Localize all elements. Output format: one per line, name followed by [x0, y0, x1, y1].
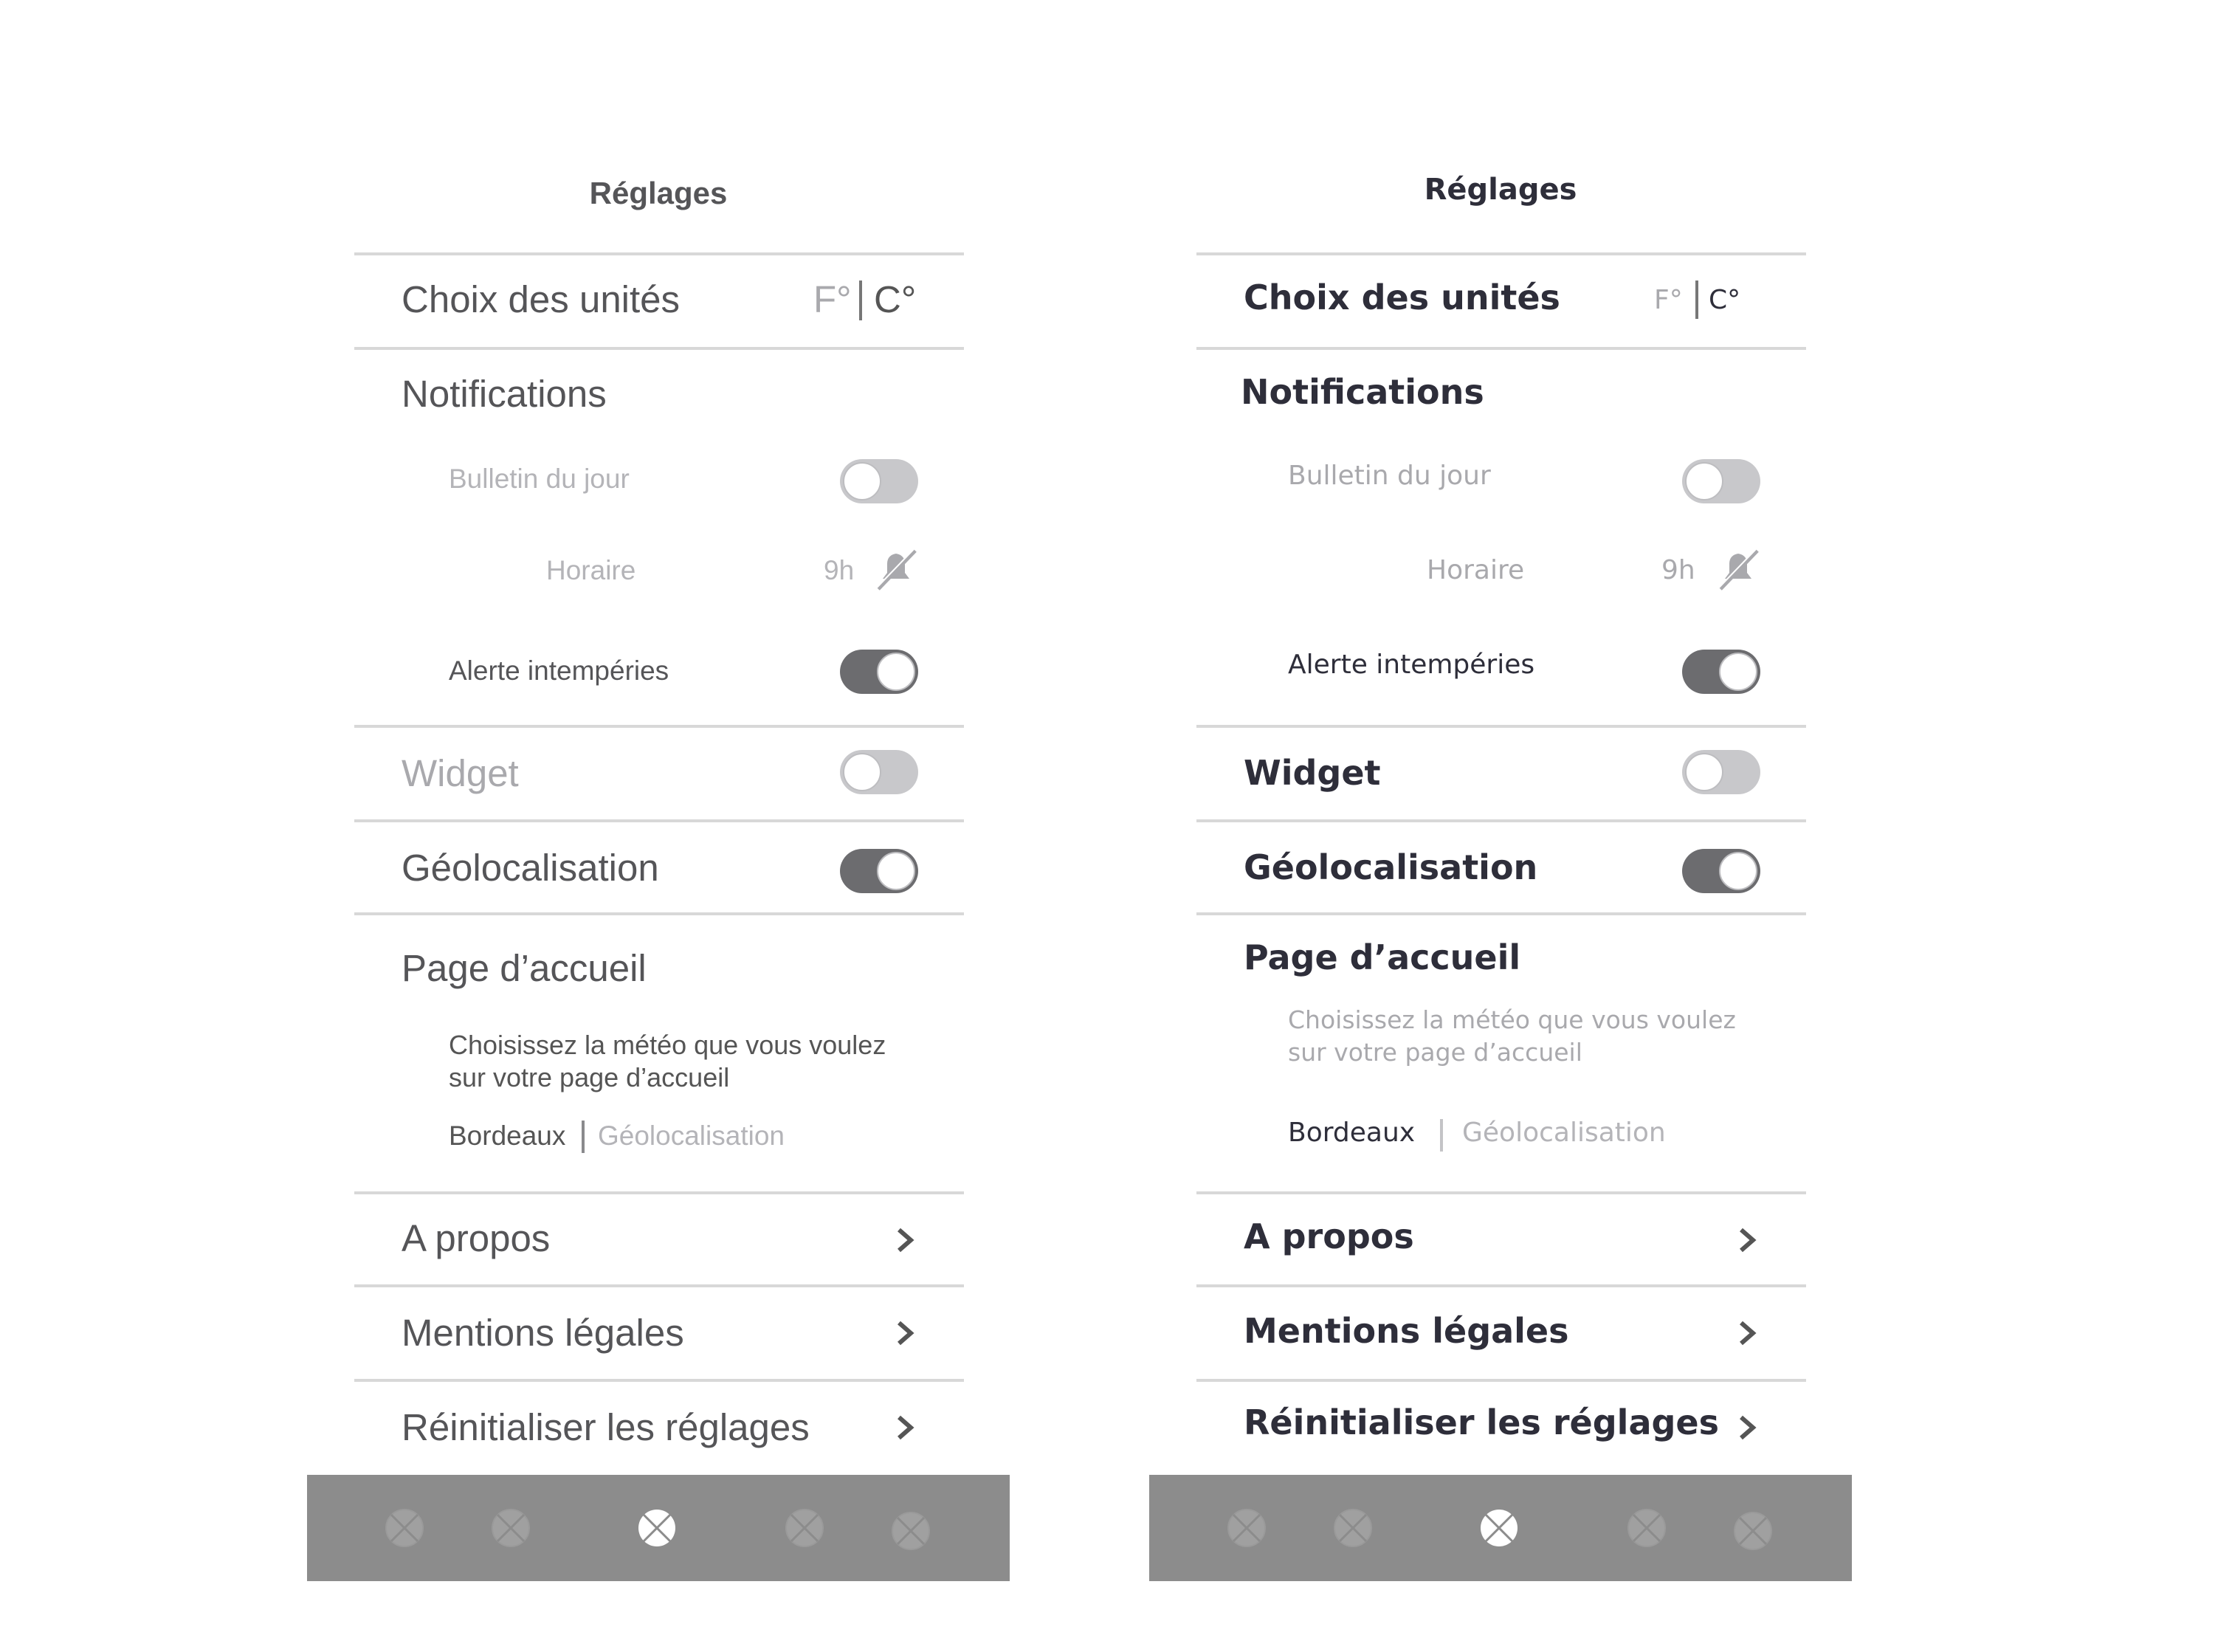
- divider: [354, 819, 964, 822]
- divider: [1196, 912, 1806, 915]
- link-reset-label: Réinitialiser les réglages: [402, 1406, 810, 1448]
- divider: [1196, 1191, 1806, 1194]
- schedule-label: Horaire: [1427, 555, 1525, 585]
- tab-3-placeholder-icon-active[interactable]: [1478, 1507, 1520, 1549]
- daily-bulletin-label: Bulletin du jour: [449, 464, 630, 494]
- settings-screen-variant-a: Réglages Choix des unités F° C° Notifica…: [307, 0, 1010, 1652]
- geolocation-toggle[interactable]: [840, 849, 918, 893]
- chevron-right-icon: [1740, 1228, 1757, 1253]
- homepage-heading: Page d’accueil: [1244, 937, 1521, 977]
- homepage-description: Choisissez la météo que vous voulez sur …: [449, 1030, 886, 1092]
- divider: [354, 347, 964, 350]
- divider: [354, 912, 964, 915]
- schedule-value[interactable]: 9h: [824, 555, 854, 586]
- weather-alert-toggle[interactable]: [840, 650, 918, 694]
- link-reset-label: Réinitialiser les réglages: [1244, 1403, 1719, 1442]
- link-legal-label: Mentions légales: [1244, 1311, 1569, 1351]
- weather-alert-toggle[interactable]: [1682, 650, 1760, 694]
- unit-divider: [859, 281, 862, 320]
- chevron-right-icon: [1740, 1321, 1757, 1346]
- units-label: Choix des unités: [402, 278, 681, 320]
- unit-fahrenheit-option[interactable]: F°: [1654, 285, 1683, 315]
- widget-toggle[interactable]: [1682, 750, 1760, 794]
- tab-2-placeholder-icon[interactable]: [490, 1507, 531, 1549]
- notifications-heading: Notifications: [402, 373, 607, 415]
- units-label: Choix des unités: [1244, 278, 1560, 317]
- chevron-right-icon: [898, 1321, 914, 1346]
- page-title: Réglages: [1424, 173, 1577, 207]
- tab-1-placeholder-icon[interactable]: [384, 1507, 425, 1549]
- chevron-right-icon: [898, 1228, 914, 1253]
- schedule-value[interactable]: 9h: [1661, 555, 1695, 585]
- widget-label: Widget: [1244, 753, 1381, 793]
- widget-label: Widget: [402, 752, 519, 794]
- homepage-option-city[interactable]: Bordeaux: [449, 1121, 565, 1152]
- daily-bulletin-label: Bulletin du jour: [1288, 461, 1491, 491]
- divider: [354, 1284, 964, 1287]
- homepage-option-geolocation[interactable]: Géolocalisation: [598, 1121, 785, 1152]
- link-legal-label: Mentions légales: [402, 1312, 684, 1354]
- divider: [1196, 347, 1806, 350]
- divider: [1196, 725, 1806, 728]
- tab-5-placeholder-icon[interactable]: [1732, 1510, 1774, 1552]
- widget-toggle[interactable]: [840, 750, 918, 794]
- chevron-right-icon: [1740, 1415, 1757, 1440]
- geolocation-label: Géolocalisation: [1244, 847, 1538, 887]
- tab-5-placeholder-icon[interactable]: [890, 1510, 931, 1552]
- homepage-description: Choisissez la météo que vous voulez sur …: [1288, 1005, 1736, 1067]
- weather-alert-label: Alerte intempéries: [1288, 650, 1535, 680]
- divider: [354, 725, 964, 728]
- unit-divider: [1695, 281, 1698, 319]
- schedule-label: Horaire: [546, 555, 636, 585]
- bell-off-icon[interactable]: [1715, 546, 1762, 593]
- daily-bulletin-toggle[interactable]: [1682, 459, 1760, 503]
- weather-alert-label: Alerte intempéries: [449, 655, 669, 686]
- page-title: Réglages: [589, 176, 728, 210]
- tab-2-placeholder-icon[interactable]: [1332, 1507, 1374, 1549]
- link-about-label: A propos: [402, 1217, 551, 1259]
- tab-1-placeholder-icon[interactable]: [1226, 1507, 1267, 1549]
- divider: [1196, 252, 1806, 255]
- notifications-heading: Notifications: [1241, 372, 1484, 412]
- divider: [1196, 1379, 1806, 1382]
- tab-bar: [1149, 1475, 1852, 1581]
- tab-4-placeholder-icon[interactable]: [1626, 1507, 1667, 1549]
- divider: [354, 1379, 964, 1382]
- unit-celsius-option[interactable]: C°: [874, 278, 916, 321]
- homepage-option-city[interactable]: Bordeaux: [1288, 1118, 1415, 1148]
- homepage-option-geolocation[interactable]: Géolocalisation: [1462, 1118, 1666, 1148]
- chevron-right-icon: [898, 1415, 914, 1440]
- bell-off-icon[interactable]: [872, 546, 920, 593]
- tab-3-placeholder-icon-active[interactable]: [636, 1507, 678, 1549]
- link-about-label: A propos: [1244, 1216, 1414, 1256]
- location-divider: [582, 1121, 585, 1153]
- unit-celsius-option[interactable]: C°: [1709, 285, 1740, 315]
- settings-screen-variant-b: Réglages Choix des unités F° C° Notifica…: [1149, 0, 1852, 1652]
- location-divider: [1440, 1119, 1443, 1152]
- divider: [1196, 819, 1806, 822]
- homepage-heading: Page d’accueil: [402, 947, 647, 989]
- geolocation-label: Géolocalisation: [402, 847, 659, 889]
- tab-bar: [307, 1475, 1010, 1581]
- unit-fahrenheit-option[interactable]: F°: [813, 278, 852, 321]
- tab-4-placeholder-icon[interactable]: [784, 1507, 825, 1549]
- geolocation-toggle[interactable]: [1682, 849, 1760, 893]
- divider: [354, 1191, 964, 1194]
- daily-bulletin-toggle[interactable]: [840, 459, 918, 503]
- divider: [1196, 1284, 1806, 1287]
- divider: [354, 252, 964, 255]
